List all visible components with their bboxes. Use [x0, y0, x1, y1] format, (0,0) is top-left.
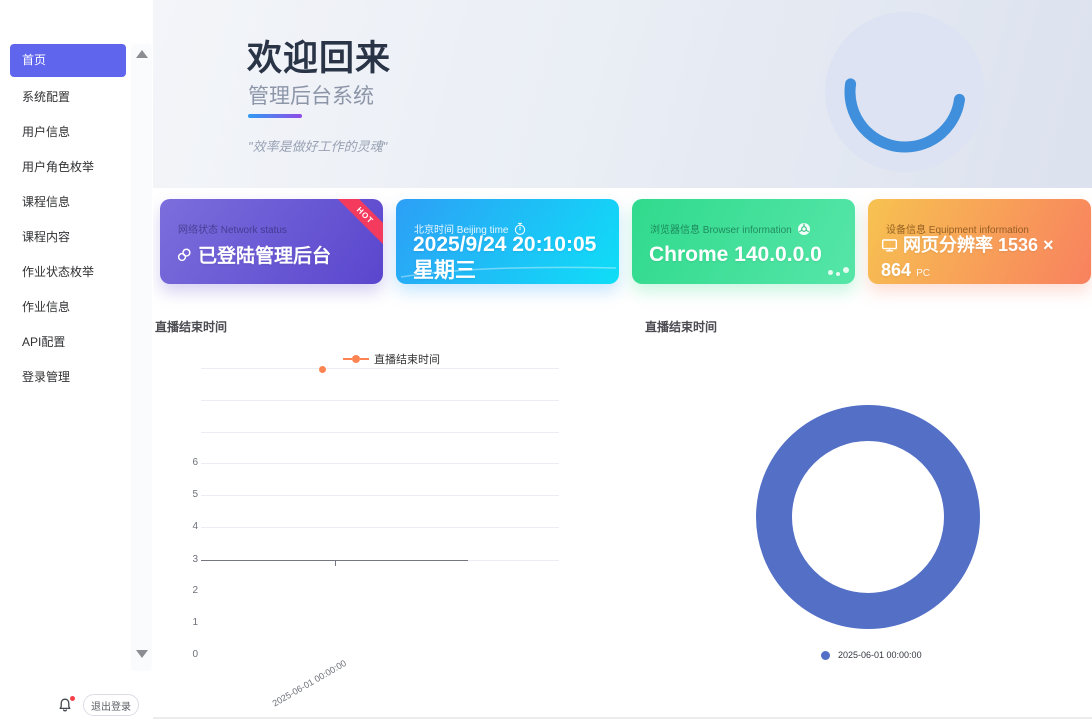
pie-chart-title: 直播结束时间: [645, 318, 717, 335]
x-axis-tick: [335, 561, 336, 566]
legend-dot-marker: [352, 355, 360, 363]
sidebar-menu: 首页 系统配置 用户信息 用户角色枚举 课程信息 课程内容 作业状态枚举 作业信…: [0, 44, 153, 395]
spinner-arc-icon: [825, 12, 985, 172]
legend-line-marker: [343, 358, 352, 360]
donut-ring[interactable]: [755, 404, 981, 630]
sidebar-item-user-role-enum[interactable]: 用户角色枚举: [0, 150, 153, 185]
legend-dot-marker: [821, 651, 830, 660]
pie-chart-live-end-time: 直播结束时间 2025-06-01 00:00:00: [643, 312, 1092, 719]
card-network-status: HOT 网络状态 Network status 已登陆管理后台: [160, 199, 383, 284]
hot-badge: HOT: [331, 199, 383, 249]
pie-chart-legend-item[interactable]: 2025-06-01 00:00:00: [821, 650, 922, 660]
card-network-value-text: 已登陆管理后台: [198, 241, 331, 268]
page-subtitle: 管理后台系统: [248, 80, 374, 110]
legend-label: 2025-06-01 00:00:00: [838, 650, 922, 660]
gridline: [201, 463, 559, 464]
main-content: 欢迎回来 管理后台系统 "效率是做好工作的灵魂" HOT 网络状态 Networ…: [153, 0, 1092, 719]
card-device-value-text: 网页分辨率 1536 × 864: [881, 235, 1054, 280]
y-tick-label: 4: [162, 521, 198, 532]
notification-bell-button[interactable]: [57, 697, 77, 717]
avatar-placeholder-circle: [825, 12, 985, 172]
legend-label: 直播结束时间: [374, 351, 440, 367]
card-time-value: 2025/9/24 20:10:05 星期三: [413, 232, 613, 284]
motto-text: "效率是做好工作的灵魂": [248, 136, 387, 155]
gridline: [201, 527, 559, 528]
y-tick-label: 3: [162, 554, 198, 565]
gridline: [201, 400, 559, 401]
accent-divider: [248, 114, 302, 118]
notification-badge-dot: [70, 696, 75, 701]
sidebar-item-home[interactable]: 首页: [10, 44, 126, 77]
sidebar-item-login-management[interactable]: 登录管理: [0, 360, 153, 395]
y-tick-label: 5: [162, 489, 198, 500]
card-browser-value: Chrome 140.0.0.0: [649, 243, 822, 267]
y-tick-label: 2: [162, 585, 198, 596]
monitor-icon: [881, 237, 898, 253]
card-device-value: 网页分辨率 1536 × 864 PC: [881, 233, 1085, 284]
sidebar-item-homework-status-enum[interactable]: 作业状态枚举: [0, 255, 153, 290]
chrome-icon: [797, 222, 811, 236]
logout-button[interactable]: 退出登录: [83, 694, 139, 716]
card-device-suffix: PC: [916, 268, 930, 279]
card-network-value: 已登陆管理后台: [176, 241, 331, 268]
card-device-info: 设备信息 Equipment information 网页分辨率 1536 × …: [868, 199, 1091, 284]
card-browser-info: 浏览器信息 Browser information Chrome 140.0.0…: [632, 199, 855, 284]
legend-line-marker: [360, 358, 369, 360]
card-browser-label-text: 浏览器信息 Browser information: [650, 221, 792, 236]
sidebar: 首页 系统配置 用户信息 用户角色枚举 课程信息 课程内容 作业状态枚举 作业信…: [0, 0, 153, 719]
link-icon: [176, 247, 192, 263]
gridline: [201, 432, 559, 433]
page-title: 欢迎回来: [247, 30, 391, 81]
scroll-down-icon[interactable]: [136, 650, 148, 658]
sidebar-item-homework-info[interactable]: 作业信息: [0, 290, 153, 325]
x-tick-label: 2025-06-01 00:00:00: [248, 658, 348, 722]
card-network-label: 网络状态 Network status: [178, 221, 287, 236]
line-chart-live-end-time: 直播结束时间 直播结束时间 6 5 4 3 2 1 0 2025-06-01 0…: [153, 312, 640, 719]
card-browser-label: 浏览器信息 Browser information: [650, 221, 811, 236]
gridline: [201, 368, 559, 369]
y-tick-label: 1: [162, 617, 198, 628]
line-chart-legend-item[interactable]: 直播结束时间: [343, 351, 440, 367]
sidebar-item-course-content[interactable]: 课程内容: [0, 220, 153, 255]
card-beijing-time: 北京时间 Beijing time 2025/9/24 20:10:05 星期三: [396, 199, 619, 284]
sidebar-item-course-info[interactable]: 课程信息: [0, 185, 153, 220]
line-series-datapoint: [319, 366, 326, 373]
y-tick-label: 6: [162, 457, 198, 468]
gridline: [201, 495, 559, 496]
card-network-label-text: 网络状态 Network status: [178, 221, 287, 236]
sidebar-item-api-config[interactable]: API配置: [0, 325, 153, 360]
line-chart-title: 直播结束时间: [155, 318, 227, 335]
scroll-up-icon[interactable]: [136, 50, 148, 58]
sidebar-item-system-config[interactable]: 系统配置: [0, 80, 153, 115]
y-tick-label: 0: [162, 649, 198, 660]
sidebar-item-user-info[interactable]: 用户信息: [0, 115, 153, 150]
hero-banner: 欢迎回来 管理后台系统 "效率是做好工作的灵魂": [153, 0, 1092, 188]
